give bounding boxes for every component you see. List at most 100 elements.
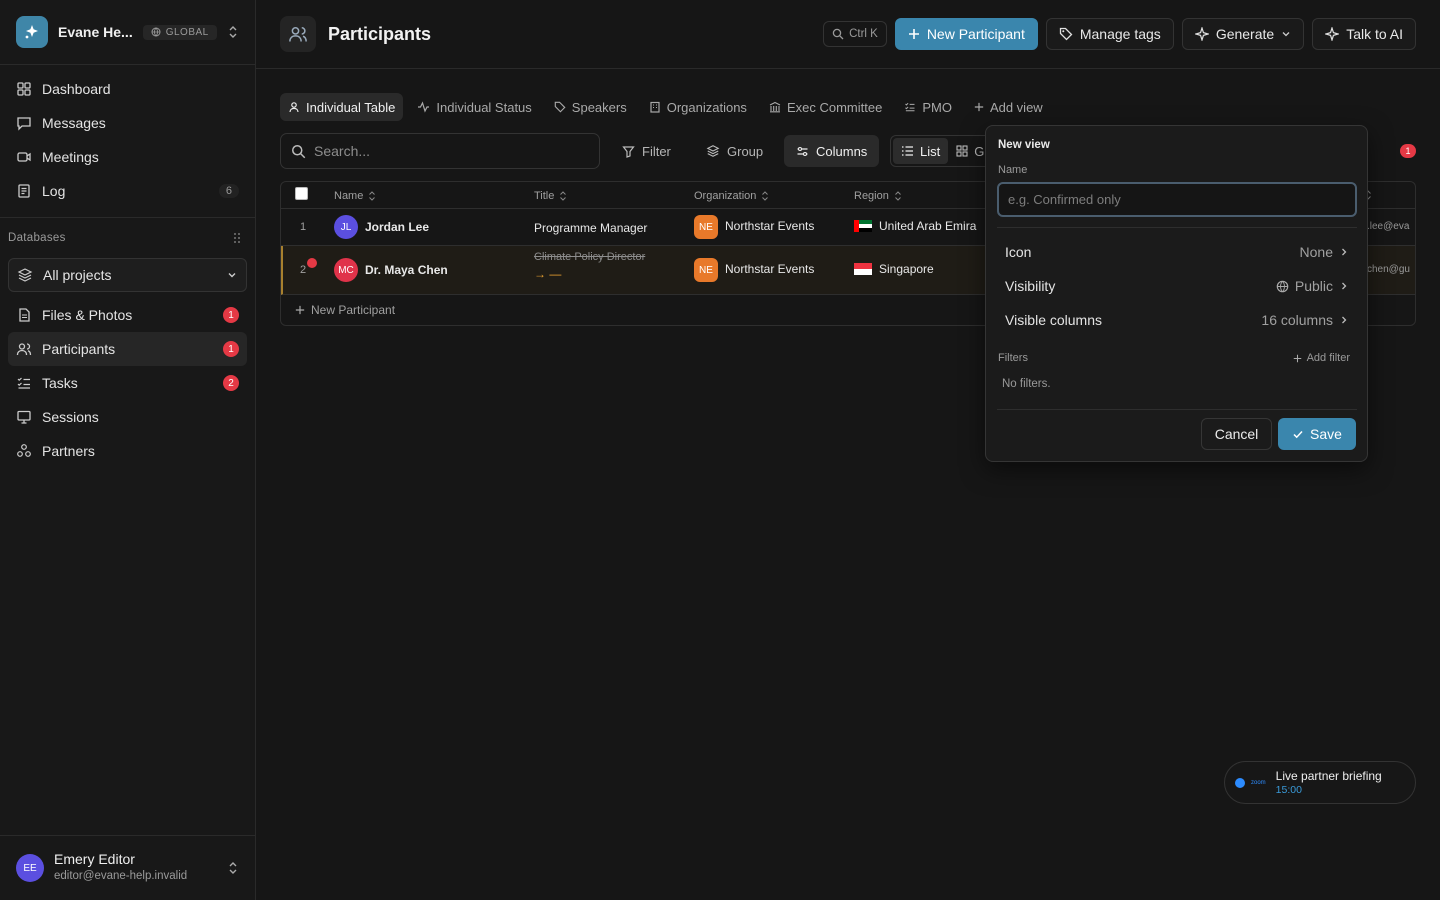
change-indicator-dot [307, 258, 317, 268]
new-participant-button[interactable]: New Participant [894, 18, 1038, 50]
search-icon [292, 144, 306, 158]
option-label: Visibility [1005, 278, 1056, 294]
nav-label: Messages [42, 115, 106, 131]
partners-icon [17, 444, 31, 457]
column-header-title[interactable]: Title [534, 182, 567, 209]
save-button[interactable]: Save [1278, 418, 1356, 450]
nav-participants[interactable]: Participants 1 [8, 332, 247, 366]
chevron-updown-icon[interactable] [227, 861, 239, 875]
log-count: 6 [218, 184, 239, 198]
participant-name: Jordan Lee [365, 220, 430, 234]
nav-meetings[interactable]: Meetings [8, 140, 247, 174]
option-value: None [1300, 244, 1349, 260]
columns-value: 16 columns [1261, 312, 1333, 328]
organization-avatar: NE [694, 258, 718, 282]
main-nav: Dashboard Messages Meetings Log 6 [0, 65, 255, 208]
column-label: Title [534, 189, 555, 202]
region-cell[interactable]: Singapore [854, 262, 934, 276]
title-cell[interactable]: Programme Manager [534, 221, 647, 235]
tab-speakers[interactable]: Speakers [546, 93, 635, 121]
visibility-option-row[interactable]: Visibility Public [997, 269, 1357, 303]
layers-icon [17, 268, 33, 282]
option-value: Public [1276, 278, 1349, 294]
nav-dashboard[interactable]: Dashboard [8, 72, 247, 106]
manage-tags-button[interactable]: Manage tags [1045, 18, 1174, 50]
workspace-switcher[interactable]: Evane He... GLOBAL [0, 0, 255, 65]
name-label: Name [998, 164, 1028, 176]
command-search-button[interactable]: Ctrl K [823, 21, 887, 47]
nav-label: Sessions [42, 409, 99, 425]
list-view-button[interactable]: List [893, 138, 949, 164]
tab-individual-table[interactable]: Individual Table [280, 93, 404, 121]
user-icon [289, 102, 299, 113]
organization-cell[interactable]: NE Northstar Events [694, 258, 814, 282]
singapore-flag-icon [854, 263, 872, 275]
icon-option-row[interactable]: Icon None [997, 235, 1357, 269]
nav-tasks[interactable]: Tasks 2 [8, 366, 247, 400]
avatar: JL [334, 215, 358, 239]
popover-title: New view [998, 139, 1050, 151]
participant-name-cell[interactable]: JL Jordan Lee [334, 215, 429, 239]
title-cell[interactable]: Climate Policy Director → — [534, 251, 645, 281]
notification-badge: 1 [223, 307, 239, 323]
visible-columns-option-row[interactable]: Visible columns 16 columns [997, 303, 1357, 337]
tab-label: Exec Committee [786, 99, 883, 115]
button-label: Filter [642, 143, 671, 159]
group-button[interactable]: Group [694, 135, 775, 167]
list-icon [902, 146, 913, 156]
generate-button[interactable]: Generate [1181, 18, 1305, 50]
email-cell[interactable]: chen@gu [1367, 264, 1410, 275]
tab-individual-status[interactable]: Individual Status [409, 93, 539, 121]
column-header-region[interactable]: Region [854, 182, 902, 209]
nav-log[interactable]: Log 6 [8, 174, 247, 208]
user-menu[interactable]: EE Emery Editor editor@evane-help.invali… [0, 835, 255, 900]
avatar: MC [334, 258, 358, 282]
nav-files-photos[interactable]: Files & Photos 1 [8, 298, 247, 332]
tab-label: Individual Status [436, 99, 532, 115]
participant-name-cell[interactable]: MC Dr. Maya Chen [334, 258, 448, 282]
nav-messages[interactable]: Messages [8, 106, 247, 140]
organization-cell[interactable]: NE Northstar Events [694, 215, 814, 239]
columns-button[interactable]: Columns [784, 135, 880, 167]
search-icon [832, 28, 844, 40]
layout-toggle: List G [890, 135, 1000, 167]
nav-label: Meetings [42, 149, 99, 165]
region-cell[interactable]: United Arab Emira [854, 219, 976, 233]
project-select-value: All projects [43, 267, 112, 283]
column-header-organization[interactable]: Organization [694, 182, 769, 209]
tab-pmo[interactable]: PMO [896, 93, 960, 121]
view-name-input[interactable] [997, 182, 1357, 217]
activity-icon [418, 101, 430, 113]
tab-organizations[interactable]: Organizations [641, 93, 755, 121]
region-name: Singapore [879, 262, 934, 276]
nav-label: Partners [42, 443, 95, 459]
add-view-button[interactable]: Add view [966, 93, 1051, 121]
select-all-checkbox[interactable] [295, 187, 308, 200]
filter-button[interactable]: Filter [610, 135, 683, 167]
title-old-value: Climate Policy Director [534, 251, 646, 263]
chevron-right-icon [1342, 282, 1347, 290]
tab-exec-committee[interactable]: Exec Committee [761, 93, 890, 121]
add-filter-button[interactable]: Add filter [1293, 352, 1350, 364]
button-label: G [974, 143, 985, 159]
avatar: EE [16, 854, 44, 882]
drag-handle-icon[interactable] [233, 232, 241, 244]
project-select[interactable]: All projects [8, 258, 247, 292]
search-input[interactable]: Search... [280, 133, 600, 169]
column-header-name[interactable]: Name [334, 182, 376, 209]
cancel-button[interactable]: Cancel [1201, 418, 1272, 450]
email-cell[interactable]: .lee@eva [1367, 221, 1409, 232]
nav-partners[interactable]: Partners [8, 434, 247, 468]
chevron-right-icon [1342, 248, 1347, 256]
tab-label: Individual Table [306, 99, 396, 115]
column-label: Name [334, 189, 364, 202]
plus-icon [974, 102, 984, 112]
row-number: 2 [300, 264, 307, 276]
nav-sessions[interactable]: Sessions [8, 400, 247, 434]
meeting-notification[interactable]: zoom Live partner briefing 15:00 [1224, 761, 1416, 804]
talk-to-ai-button[interactable]: Talk to AI [1312, 18, 1416, 50]
region-name: United Arab Emira [879, 219, 977, 233]
option-label: Visible columns [1005, 312, 1103, 328]
chevron-updown-icon[interactable] [227, 25, 239, 39]
no-filters-text: No filters. [1002, 378, 1051, 390]
